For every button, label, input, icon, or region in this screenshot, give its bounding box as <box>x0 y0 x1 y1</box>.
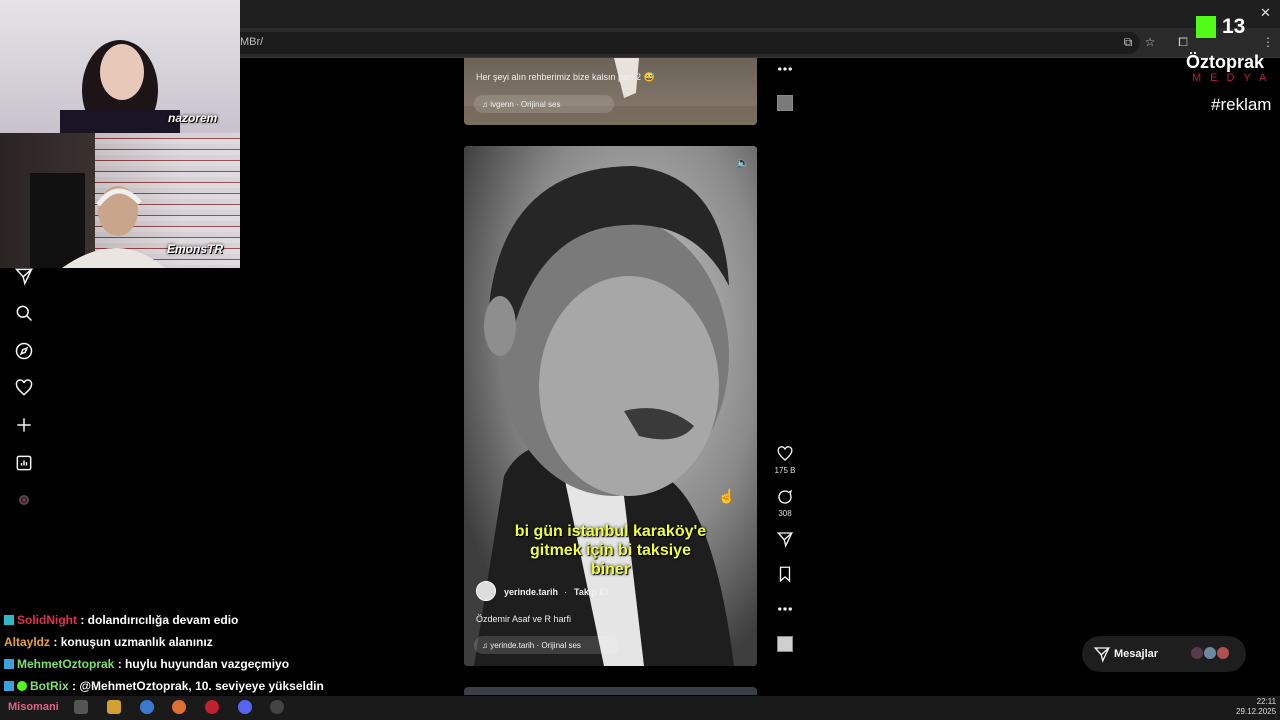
messages-send-icon <box>1093 645 1111 663</box>
chat-message-4: BotRix : @MehmetOztoprak, 10. seviyeye y… <box>4 679 324 693</box>
reel-overlay-text: bi gün istanbul karaköy'e gitmek için bi… <box>464 522 757 579</box>
file-explorer-icon[interactable] <box>107 700 121 714</box>
share-icon[interactable] <box>776 530 794 548</box>
kick-viewer-count: 13 <box>1222 15 1246 38</box>
ad-hashtag: #reklam <box>1211 95 1272 114</box>
address-bar[interactable] <box>230 32 1140 54</box>
obs-icon[interactable] <box>270 700 284 714</box>
author-username[interactable]: yerinde.tarih <box>504 587 558 597</box>
chat-text-4: : @MehmetOztoprak, 10. seviyeye yükseldi… <box>72 679 324 693</box>
messages-label: Mesajlar <box>1114 648 1159 660</box>
reel-more-options-icon[interactable] <box>776 600 794 618</box>
message-avatar-2 <box>1203 646 1217 660</box>
chat-badge-1 <box>4 615 14 625</box>
reel-audio-text: yerinde.tarih · Orijinal ses <box>490 641 581 650</box>
kick-logo <box>1196 16 1216 38</box>
separator-dot: · <box>564 587 567 597</box>
install-app-icon[interactable]: ⧉ <box>1120 34 1136 50</box>
message-avatar-3 <box>1216 646 1230 660</box>
webcam-emonstr: EmonsTR <box>0 133 240 268</box>
chat-badge-3 <box>4 659 14 669</box>
chat-message-1: SolidNight : dolandırıcılığa devam edio <box>4 613 238 627</box>
author-avatar[interactable] <box>476 581 496 601</box>
os-taskbar <box>0 696 1280 720</box>
chat-badge-4 <box>4 681 14 691</box>
save-bookmark-icon[interactable] <box>776 565 794 583</box>
like-heart-icon[interactable] <box>776 445 794 463</box>
window-close-icon[interactable]: ✕ <box>1260 5 1271 21</box>
reel-previous[interactable]: Her şeyi alın rehberimiz bize kalsın par… <box>464 58 757 125</box>
chat-user-1: SolidNight <box>17 613 77 627</box>
chat-user-3: MehmetOztoprak <box>17 657 115 671</box>
explore-icon[interactable] <box>14 341 34 361</box>
reel-previous-audio-text: ivgenn · Orijinal ses <box>490 100 561 109</box>
overlay-line-3: biner <box>590 561 631 578</box>
follow-button[interactable]: Takip Et <box>574 587 608 597</box>
reel-audio: ♫ yerinde.tarih · Orijinal ses <box>482 641 581 650</box>
reel-previous-caption: Her şeyi alın rehberimiz bize kalsın par… <box>476 72 655 82</box>
more-options-icon[interactable] <box>776 60 794 78</box>
chat-badge-4b <box>17 681 27 691</box>
comment-icon[interactable] <box>776 488 794 506</box>
reel-previous-audio: ♫ ivgenn · Orijinal ses <box>482 100 561 109</box>
like-count: 175 B <box>774 466 796 475</box>
search-icon[interactable] <box>14 303 34 323</box>
profile-avatar-icon[interactable] <box>14 490 34 510</box>
clock-time: 22:11 <box>1256 697 1277 706</box>
address-text: MBr/ <box>240 36 264 48</box>
brand-name: Öztoprak <box>1186 52 1265 72</box>
extensions-icon[interactable]: ⧠ <box>1175 34 1191 50</box>
opera-icon[interactable] <box>205 700 219 714</box>
reel-previous-audio-thumb[interactable] <box>777 95 793 111</box>
taskbar-app-icon-1[interactable] <box>74 700 88 714</box>
webcam-nazorem: nazorem <box>0 0 240 133</box>
overlay-line-2: gitmek için bi taksiye <box>530 542 691 559</box>
create-plus-icon[interactable] <box>14 415 34 435</box>
clock-date: 29.12.2025 <box>1236 707 1277 716</box>
taskbar-label: Misomani <box>8 701 59 713</box>
mute-toggle-icon[interactable]: 🔈 <box>736 156 750 169</box>
direct-send-icon[interactable] <box>14 266 34 286</box>
message-avatar-1 <box>1190 646 1204 660</box>
firefox-icon[interactable] <box>172 700 186 714</box>
chat-message-3: MehmetOztoprak : huylu huyundan vazgeçmi… <box>4 657 289 671</box>
brand-sub: MEDYA <box>1192 72 1276 84</box>
overlay-line-1: bi gün istanbul karaköy'e <box>514 523 707 540</box>
cam-label-2: EmonsTR <box>167 242 224 256</box>
dashboard-icon[interactable] <box>14 453 34 473</box>
chat-user-4: BotRix <box>30 679 69 693</box>
chrome-icon[interactable] <box>140 700 154 714</box>
browser-menu-icon[interactable]: ⋮ <box>1260 34 1276 50</box>
system-clock: 22:11 29.12.2025 <box>1236 697 1276 717</box>
notifications-heart-icon[interactable] <box>14 378 34 398</box>
reel-next[interactable] <box>464 687 757 695</box>
discord-icon[interactable] <box>238 700 252 714</box>
reel-description: Özdemir Asaf ve R harfi <box>476 614 572 624</box>
chat-text-2: : konuşun uzmanlık alanınız <box>53 635 213 649</box>
chat-user-2: Altayldz <box>4 635 51 649</box>
chat-message-2: Altayldz : konuşun uzmanlık alanınız <box>4 635 213 649</box>
bookmark-star-icon[interactable]: ☆ <box>1142 34 1158 50</box>
chat-text-3: : huylu huyundan vazgeçmiyo <box>117 657 290 671</box>
comment-count: 308 <box>778 509 792 518</box>
mouse-cursor-icon: ☝ <box>718 488 736 504</box>
cam-label-1: nazorem <box>168 111 218 125</box>
reel-audio-thumb[interactable] <box>777 636 793 652</box>
reel-current[interactable]: 🔈 bi gün istanbul karaköy'e gitmek için … <box>464 146 757 666</box>
chat-text-1: : dolandırıcılığa devam edio <box>80 613 239 627</box>
